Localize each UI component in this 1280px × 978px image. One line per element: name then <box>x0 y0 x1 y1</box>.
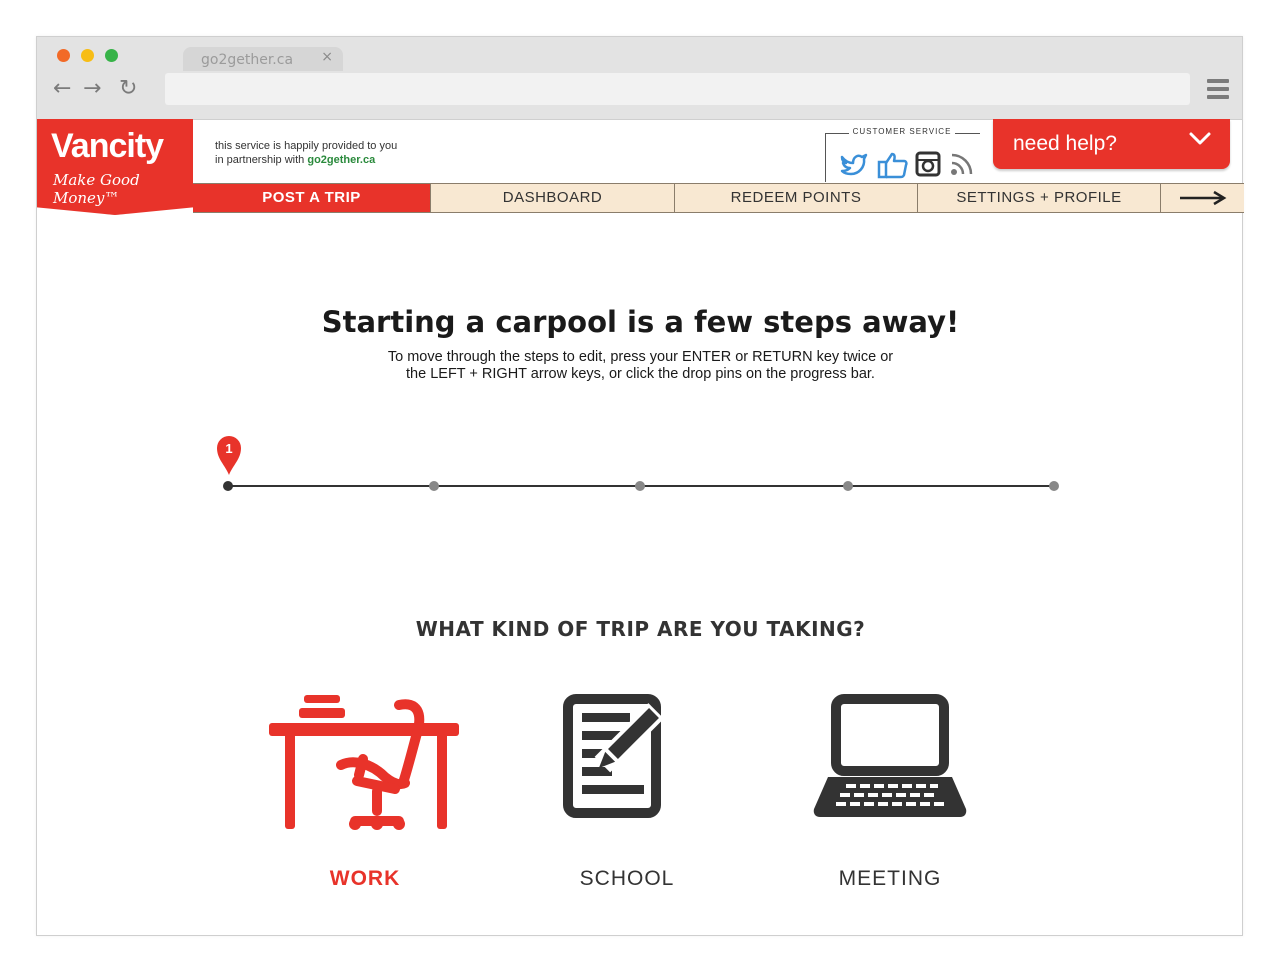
notepad-pencil-icon <box>563 694 664 818</box>
browser-chrome: go2gether.ca × ← → ↻ <box>37 37 1242 120</box>
minimize-window-button[interactable] <box>81 49 94 62</box>
logo-name: Vancity <box>51 127 164 165</box>
progress-step-5[interactable] <box>1049 481 1059 491</box>
chevron-down-icon <box>1189 132 1211 145</box>
forward-arrow-icon[interactable]: → <box>83 77 101 101</box>
partner-notice: this service is happily provided to you … <box>215 139 475 167</box>
rss-icon[interactable] <box>949 151 975 177</box>
browser-window: go2gether.ca × ← → ↻ Vancity Make Good M… <box>36 36 1244 936</box>
close-window-button[interactable] <box>57 49 70 62</box>
drop-pin-icon[interactable]: 1 <box>215 433 243 477</box>
back-arrow-icon[interactable]: ← <box>53 77 71 101</box>
instagram-icon[interactable] <box>915 151 941 177</box>
instructions-line-1: To move through the steps to edit, press… <box>387 349 894 365</box>
nav-next-button[interactable] <box>1161 184 1244 212</box>
logo-tagline: Make Good Money™ <box>53 171 140 207</box>
nav-settings-profile[interactable]: SETTINGS + PROFILE <box>918 184 1161 212</box>
main-nav: POST A TRIP DASHBOARD REDEEM POINTS SETT… <box>193 183 1244 213</box>
laptop-icon <box>813 694 967 817</box>
instructions: To move through the steps to edit, press… <box>37 349 1244 383</box>
trip-label-work: WORK <box>329 867 401 890</box>
maximize-window-button[interactable] <box>105 49 118 62</box>
address-bar[interactable] <box>165 73 1190 105</box>
nav-dashboard[interactable]: DASHBOARD <box>431 184 675 212</box>
browser-tab[interactable]: go2gether.ca × <box>183 47 343 71</box>
progress-step-1[interactable] <box>223 481 233 491</box>
trip-option-meeting[interactable]: MEETING <box>780 693 1000 893</box>
reload-icon[interactable]: ↻ <box>119 77 137 101</box>
tab-title: go2gether.ca <box>201 52 294 68</box>
arrow-right-icon <box>1179 190 1226 206</box>
tab-close-icon[interactable]: × <box>321 49 333 65</box>
nav-redeem-points[interactable]: REDEEM POINTS <box>675 184 918 212</box>
trip-label-school: SCHOOL <box>579 867 675 890</box>
need-help-label: need help? <box>1013 132 1117 155</box>
trip-label-meeting: MEETING <box>838 867 942 890</box>
customer-service: CUSTOMER SERVICE <box>825 127 980 182</box>
twitter-icon[interactable] <box>839 151 869 177</box>
desk-chair-icon <box>269 695 459 830</box>
need-help-button[interactable]: need help? <box>993 119 1230 169</box>
vancity-logo[interactable]: Vancity Make Good Money™ <box>37 119 193 215</box>
trip-option-school[interactable]: SCHOOL <box>517 693 737 893</box>
trip-type-question: WHAT KIND OF TRIP ARE YOU TAKING? <box>415 617 866 641</box>
partner-line-1: this service is happily provided to you <box>215 140 398 152</box>
partner-line-2: in partnership with <box>215 154 305 166</box>
trip-option-work[interactable]: WORK <box>255 693 475 893</box>
page-title: Starting a carpool is a few steps away! <box>321 305 960 339</box>
progress-step-3[interactable] <box>635 481 645 491</box>
progress-bar: 1 <box>217 429 1063 499</box>
nav-post-a-trip[interactable]: POST A TRIP <box>193 184 431 212</box>
progress-step-4[interactable] <box>843 481 853 491</box>
facebook-like-icon[interactable] <box>877 151 909 179</box>
hamburger-menu-icon[interactable] <box>1207 79 1229 99</box>
instructions-line-2: the LEFT + RIGHT arrow keys, or click th… <box>406 366 875 382</box>
current-step-number: 1 <box>225 441 233 456</box>
progress-step-2[interactable] <box>429 481 439 491</box>
customer-service-label: CUSTOMER SERVICE <box>848 127 956 136</box>
partner-link[interactable]: go2gether.ca <box>307 154 375 166</box>
